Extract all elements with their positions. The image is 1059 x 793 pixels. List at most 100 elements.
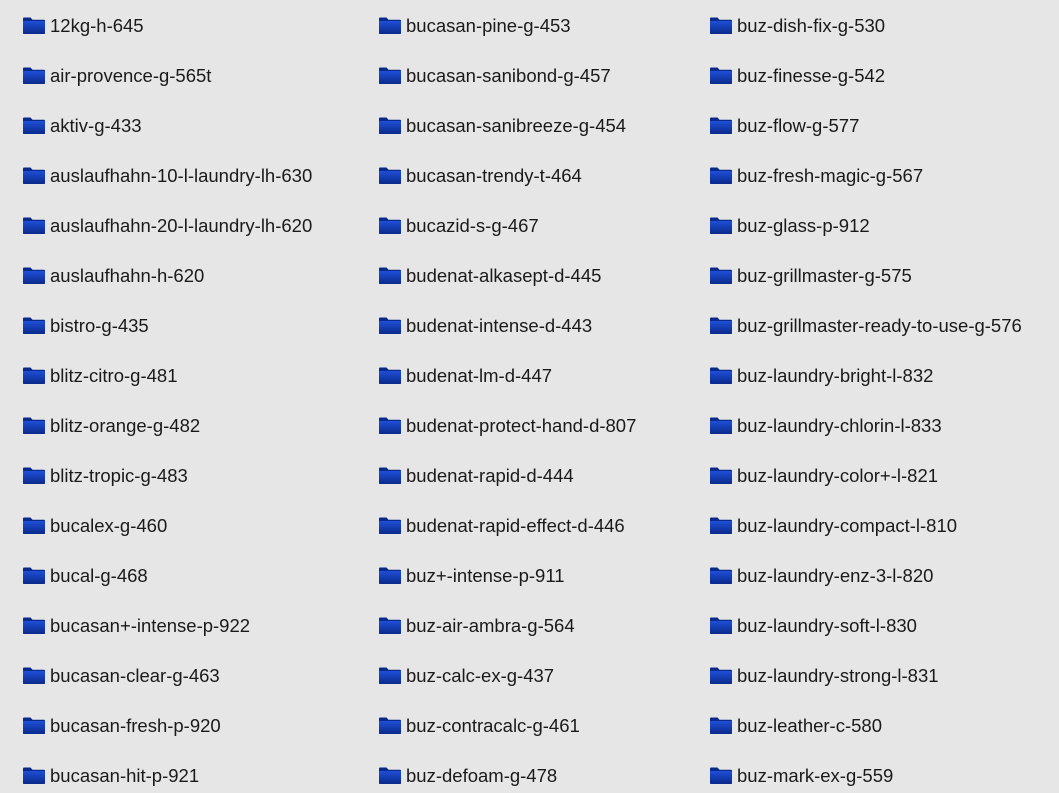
folder-item[interactable]: buz-leather-c-580 (710, 713, 882, 739)
folder-item[interactable]: bucasan-sanibreeze-g-454 (379, 113, 626, 139)
folder-item[interactable]: bucasan-clear-g-463 (23, 663, 220, 689)
folder-label: bucasan+-intense-p-922 (50, 615, 251, 636)
folder-icon (710, 717, 732, 734)
folder-item[interactable]: bucasan-sanibond-g-457 (379, 63, 611, 89)
folder-item[interactable]: bucazid-s-g-467 (379, 213, 539, 239)
folder-label: buz-laundry-enz-3-l-820 (737, 565, 934, 586)
folder-label: blitz-citro-g-481 (50, 365, 178, 386)
folder-item[interactable]: buz-grillmaster-ready-to-use-g-576 (710, 313, 1022, 339)
folder-icon (710, 667, 732, 684)
folder-icon (710, 417, 732, 434)
folder-item[interactable]: bistro-g-435 (23, 313, 149, 339)
folder-item[interactable]: budenat-lm-d-447 (379, 363, 552, 389)
folder-item[interactable]: blitz-tropic-g-483 (23, 463, 188, 489)
folder-item[interactable]: buz-defoam-g-478 (379, 763, 557, 789)
folder-item[interactable]: auslaufhahn-10-l-laundry-lh-630 (23, 163, 312, 189)
folder-item[interactable]: buz-laundry-strong-l-831 (710, 663, 939, 689)
folder-item[interactable]: buz-laundry-soft-l-830 (710, 613, 917, 639)
folder-label: budenat-lm-d-447 (406, 365, 553, 386)
folder-item[interactable]: buz-contracalc-g-461 (379, 713, 580, 739)
folder-icon (23, 217, 45, 234)
folder-label: buz-laundry-chlorin-l-833 (737, 415, 942, 436)
folder-item[interactable]: buz-flow-g-577 (710, 113, 859, 139)
folder-icon (710, 167, 732, 184)
folder-label: budenat-protect-hand-d-807 (406, 415, 637, 436)
folder-item[interactable]: buz-laundry-bright-l-832 (710, 363, 933, 389)
folder-icon (23, 617, 45, 634)
folder-item[interactable]: auslaufhahn-h-620 (23, 263, 204, 289)
folder-label: buz-leather-c-580 (737, 715, 882, 736)
folder-item[interactable]: budenat-rapid-d-444 (379, 463, 574, 489)
folder-item[interactable]: aktiv-g-433 (23, 113, 142, 139)
folder-item[interactable]: buz-laundry-compact-l-810 (710, 513, 957, 539)
folder-item[interactable]: buz-fresh-magic-g-567 (710, 163, 923, 189)
folder-item[interactable]: buz-laundry-chlorin-l-833 (710, 413, 942, 439)
folder-item[interactable]: air-provence-g-565t (23, 63, 211, 89)
folder-item[interactable]: buz-dish-fix-g-530 (710, 13, 885, 39)
folder-icon (710, 67, 732, 84)
folder-label: bucasan-sanibreeze-g-454 (406, 115, 627, 136)
folder-label: budenat-rapid-effect-d-446 (406, 515, 625, 536)
folder-label: buz-fresh-magic-g-567 (737, 165, 924, 186)
folder-icon (710, 217, 732, 234)
folder-label: bucal-g-468 (50, 565, 148, 586)
folder-label: buz-finesse-g-542 (737, 65, 886, 86)
folder-item[interactable]: bucasan-fresh-p-920 (23, 713, 221, 739)
folder-item[interactable]: buz-laundry-color+-l-821 (710, 463, 938, 489)
folder-item[interactable]: buz-grillmaster-g-575 (710, 263, 912, 289)
folder-grid: 12kg-h-645 air-provence-g-565t aktiv-g-433… (0, 0, 1059, 793)
folder-item[interactable]: buz+-intense-p-911 (379, 563, 565, 589)
folder-item[interactable]: budenat-alkasept-d-445 (379, 263, 601, 289)
folder-item[interactable]: budenat-protect-hand-d-807 (379, 413, 636, 439)
folder-item[interactable]: bucalex-g-460 (23, 513, 167, 539)
folder-item[interactable]: buz-calc-ex-g-437 (379, 663, 554, 689)
folder-icon (710, 367, 732, 384)
folder-label: auslaufhahn-10-l-laundry-lh-630 (50, 165, 313, 186)
folder-label: buz-contracalc-g-461 (406, 715, 580, 736)
folder-icon (379, 717, 401, 734)
folder-icon (710, 117, 732, 134)
folder-label: buz-grillmaster-ready-to-use-g-576 (737, 315, 1022, 336)
folder-item[interactable]: 12kg-h-645 (23, 13, 144, 39)
folder-item[interactable]: auslaufhahn-20-l-laundry-lh-620 (23, 213, 312, 239)
folder-item[interactable]: buz-air-ambra-g-564 (379, 613, 575, 639)
folder-label: bucasan-hit-p-921 (50, 765, 200, 786)
folder-item[interactable]: budenat-rapid-effect-d-446 (379, 513, 625, 539)
folder-icon (379, 417, 401, 434)
folder-icon (23, 367, 45, 384)
folder-item[interactable]: bucasan+-intense-p-922 (23, 613, 250, 639)
folder-label: buz-laundry-color+-l-821 (737, 465, 939, 486)
folder-item[interactable]: buz-glass-p-912 (710, 213, 870, 239)
folder-icon (379, 167, 401, 184)
folder-label: buz-laundry-strong-l-831 (737, 665, 939, 686)
folder-label: buz-laundry-compact-l-810 (737, 515, 958, 536)
folder-label: auslaufhahn-h-620 (50, 265, 205, 286)
folder-item[interactable]: bucasan-pine-g-453 (379, 13, 571, 39)
folder-label: bucasan-fresh-p-920 (50, 715, 221, 736)
folder-icon (23, 17, 45, 34)
folder-label: blitz-orange-g-482 (50, 415, 201, 436)
folder-item[interactable]: buz-finesse-g-542 (710, 63, 885, 89)
folder-icon (23, 317, 45, 334)
folder-icon (23, 417, 45, 434)
folder-icon (379, 767, 401, 784)
folder-item[interactable]: buz-mark-ex-g-559 (710, 763, 893, 789)
folder-item[interactable]: buz-laundry-enz-3-l-820 (710, 563, 933, 589)
folder-icon (379, 467, 401, 484)
folder-label: buz-grillmaster-g-575 (737, 265, 912, 286)
folder-item[interactable]: bucal-g-468 (23, 563, 148, 589)
folder-icon (379, 367, 401, 384)
folder-icon (710, 567, 732, 584)
folder-item[interactable]: budenat-intense-d-443 (379, 313, 592, 339)
folder-icon (710, 467, 732, 484)
folder-icon (379, 117, 401, 134)
folder-icon (23, 267, 45, 284)
folder-item[interactable]: bucasan-hit-p-921 (23, 763, 199, 789)
folder-item[interactable]: bucasan-trendy-t-464 (379, 163, 582, 189)
folder-icon (23, 467, 45, 484)
folder-icon (379, 217, 401, 234)
folder-item[interactable]: blitz-orange-g-482 (23, 413, 200, 439)
folder-icon (710, 17, 732, 34)
folder-item[interactable]: blitz-citro-g-481 (23, 363, 178, 389)
folder-icon (379, 517, 401, 534)
